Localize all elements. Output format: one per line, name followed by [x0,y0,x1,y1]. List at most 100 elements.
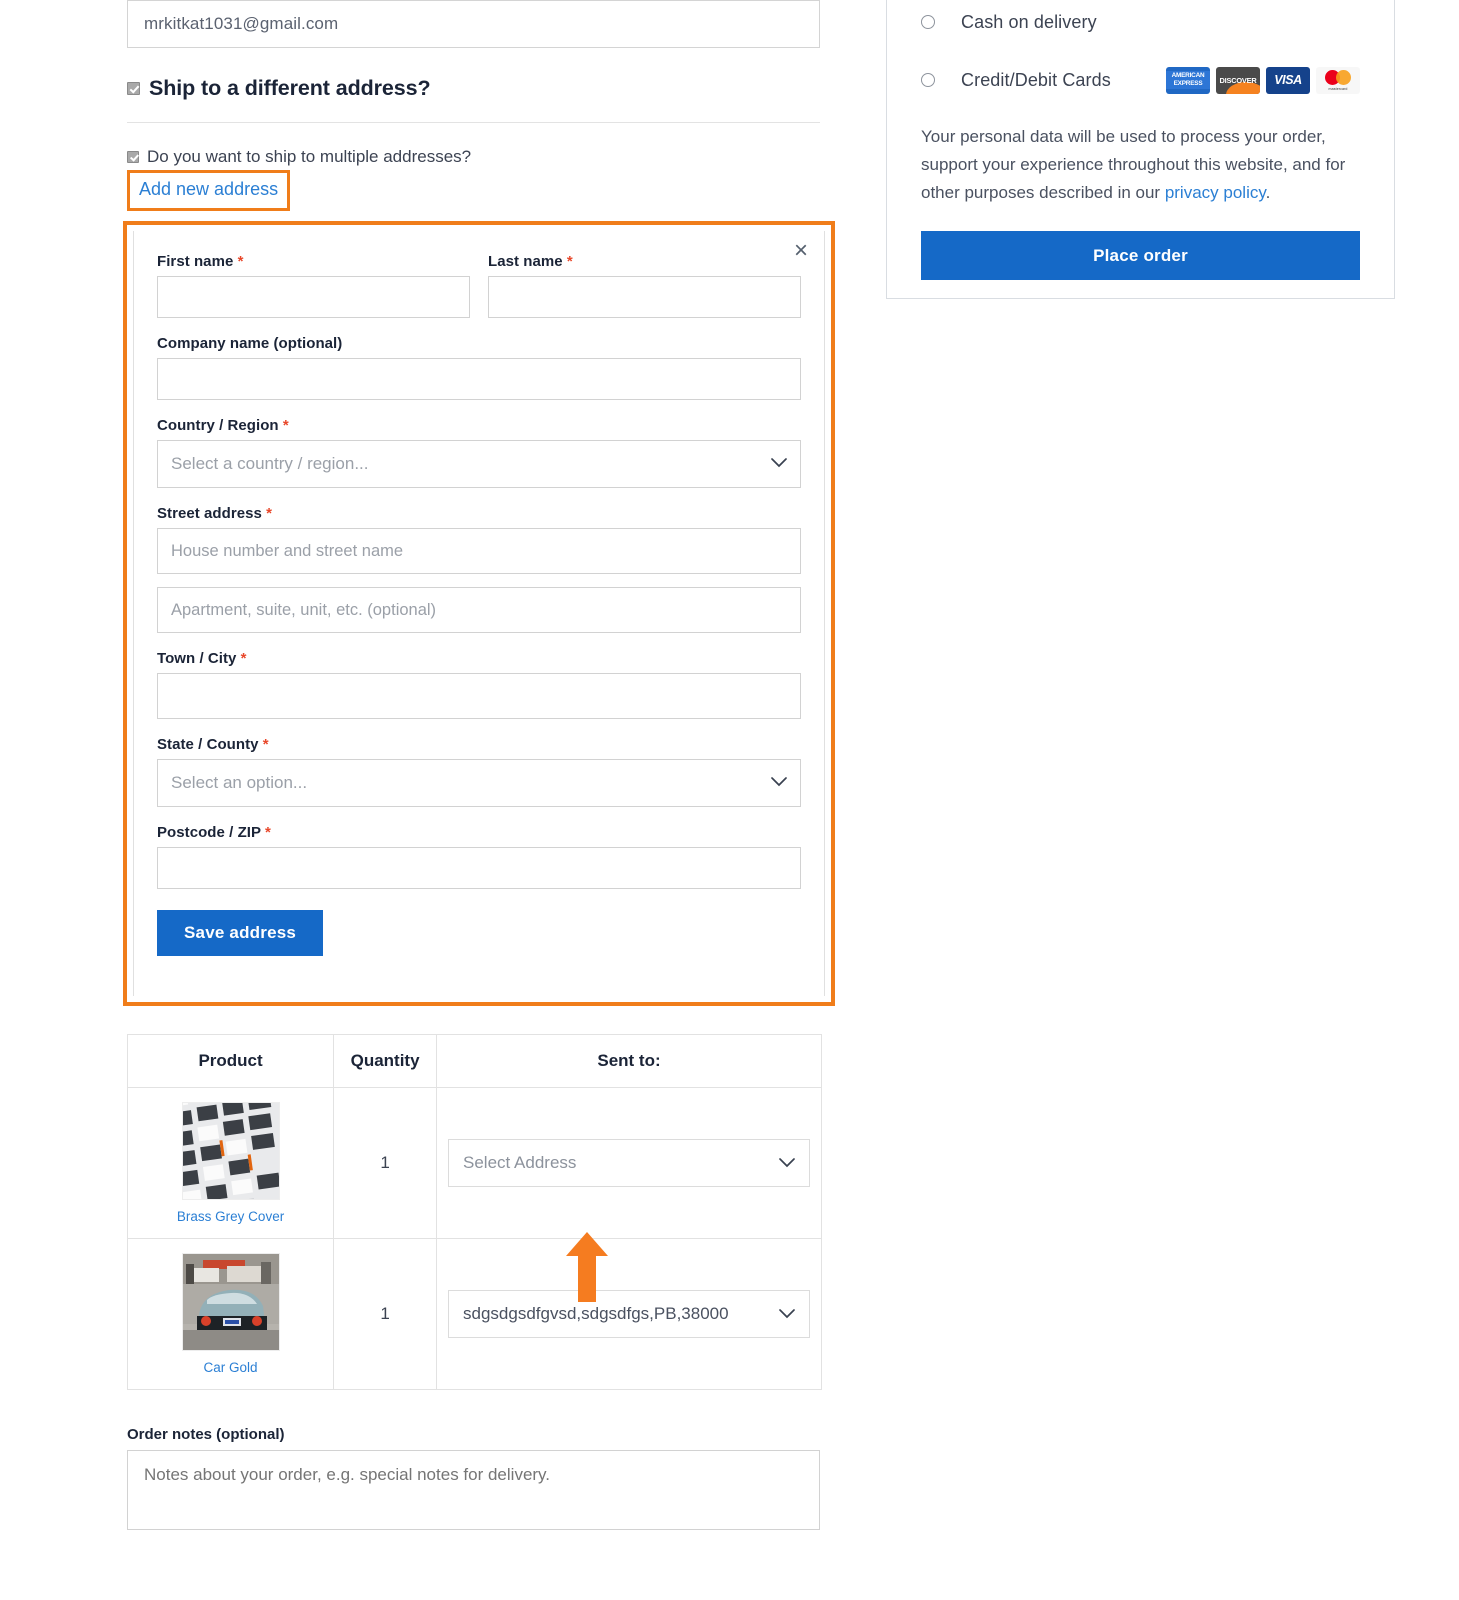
discover-label: DISCOVER [1219,75,1257,85]
state-select[interactable]: Select an option... [157,759,801,807]
checkout-left-column: mrkitkat1031@gmail.com Ship to a differe… [123,0,835,1535]
table-row: Brass Grey Cover 1 Select Address [127,1087,822,1239]
visa-icon: VISA [1266,66,1310,94]
multiple-addresses-row: Do you want to ship to multiple addresse… [127,147,820,167]
payment-method-label: Credit/Debit Cards [961,69,1111,90]
company-label: Company name (optional) [157,335,343,352]
mastercard-icon: mastercard [1316,66,1360,94]
company-input[interactable] [157,358,801,400]
product-cell: Car Gold [127,1238,335,1390]
order-notes-label: Order notes (optional) [127,1426,285,1443]
mastercard-label: mastercard [1328,86,1348,91]
postcode-required: * [265,824,271,841]
street-address-line2-input[interactable] [157,587,801,633]
privacy-policy-link[interactable]: privacy policy [1165,183,1266,202]
state-label-text: State / County [157,736,259,753]
quantity-cell: 1 [333,1087,437,1239]
last-name-group: Last name * [488,253,801,318]
product-link[interactable]: Brass Grey Cover [138,1209,323,1224]
multiple-addresses-label: Do you want to ship to multiple addresse… [147,147,472,166]
column-header-quantity: Quantity [333,1034,437,1088]
chevron-down-icon [779,1153,795,1173]
first-name-label-text: First name [157,253,234,270]
street-line2-group [157,587,801,633]
country-select[interactable]: Select a country / region... [157,440,801,488]
payment-method-label: Cash on delivery [961,11,1097,32]
privacy-notice: Your personal data will be used to proce… [921,123,1360,207]
city-input[interactable] [157,673,801,719]
mastercard-circles [1325,69,1351,85]
product-thumbnail-car [181,1253,280,1351]
first-name-required: * [237,253,244,270]
email-value: mrkitkat1031@gmail.com [144,14,339,33]
country-label: Country / Region * [157,417,801,434]
postcode-label: Postcode / ZIP * [157,824,801,841]
address-select-row-2[interactable]: sdgsdgsdfgvsd,sdgsdfgs,PB,38000 [448,1290,810,1338]
country-label-text: Country / Region [157,417,279,434]
table-row: Car Gold 1 sdgsdgsdfgvsd,sdgsdfgs,PB,380… [127,1238,822,1390]
payment-method-cash-on-delivery[interactable]: Cash on delivery [921,0,1360,47]
last-name-label: Last name * [488,253,801,270]
ship-different-label: Ship to a different address? [149,76,431,100]
street-address-line1-input[interactable] [157,528,801,574]
first-name-label: First name * [157,253,470,270]
postcode-input[interactable] [157,847,801,889]
first-name-input[interactable] [157,276,470,318]
street-group: Street address * [157,505,801,574]
radio-cash-on-delivery[interactable] [921,15,935,29]
add-new-address-link[interactable]: Add new address [139,179,278,199]
city-label-text: Town / City [157,650,237,667]
quantity-cell: 1 [333,1238,437,1390]
postcode-group: Postcode / ZIP * [157,824,801,889]
street-address-required: * [266,505,273,522]
new-address-form: × First name * Last name * Company name … [133,231,825,996]
last-name-label-text: Last name [488,253,563,270]
privacy-text-before: Your personal data will be used to proce… [921,127,1346,202]
close-icon[interactable]: × [794,239,808,263]
payment-panel: Cash on delivery Credit/Debit Cards AMER… [886,0,1395,299]
payment-method-credit-debit-cards[interactable]: Credit/Debit Cards AMERICAN EXPRESS DISC… [921,55,1360,105]
ship-different-checkbox[interactable] [127,82,140,95]
postcode-label-text: Postcode / ZIP [157,824,261,841]
annotation-arrow-icon [565,1232,609,1302]
country-group: Country / Region * Select a country / re… [157,417,801,488]
amex-icon: AMERICAN EXPRESS [1166,66,1210,94]
sent-to-cell: sdgsdgsdfgvsd,sdgsdfgs,PB,38000 [437,1239,822,1390]
city-label: Town / City * [157,650,801,667]
first-name-group: First name * [157,253,470,318]
last-name-input[interactable] [488,276,801,318]
company-group: Company name (optional) [157,335,801,400]
chevron-down-icon [779,1304,795,1324]
products-table: Product Quantity Sent to: Brass Grey Cov… [127,1034,822,1390]
table-header-row: Product Quantity Sent to: [127,1034,822,1088]
amex-label: AMERICAN EXPRESS [1166,71,1210,89]
checkout-page: mrkitkat1031@gmail.com Ship to a differe… [0,0,1459,1600]
column-header-sent-to: Sent to: [436,1034,822,1088]
multiple-addresses-checkbox[interactable] [127,151,139,163]
new-address-form-highlight: × First name * Last name * Company name … [123,221,835,1006]
address-select-value-row-2: sdgsdgsdfgvsd,sdgsdfgs,PB,38000 [463,1304,729,1323]
country-select-wrap: Select a country / region... [157,440,801,488]
state-select-wrap: Select an option... [157,759,801,807]
address-select-value-row-1: Select Address [463,1153,577,1172]
radio-credit-debit-cards[interactable] [921,73,935,87]
product-cell: Brass Grey Cover [127,1087,335,1239]
order-notes-textarea[interactable] [127,1450,820,1530]
product-link[interactable]: Car Gold [138,1360,323,1375]
address-select-row-1[interactable]: Select Address [448,1139,810,1187]
city-required: * [240,650,247,667]
sent-to-cell: Select Address [436,1087,822,1239]
street-address-label: Street address * [157,505,801,522]
state-group: State / County * Select an option... [157,736,801,807]
card-logos: AMERICAN EXPRESS DISCOVER VISA mastercar… [1166,66,1360,94]
place-order-button[interactable]: Place order [921,231,1360,280]
state-required: * [262,736,269,753]
last-name-required: * [566,253,573,270]
column-header-product: Product [127,1034,335,1088]
country-required: * [282,417,289,434]
save-address-button[interactable]: Save address [157,910,324,956]
product-thumbnail-building [181,1102,280,1200]
discover-icon: DISCOVER [1216,66,1260,94]
visa-label: VISA [1274,73,1302,87]
email-field[interactable]: mrkitkat1031@gmail.com [127,0,820,48]
